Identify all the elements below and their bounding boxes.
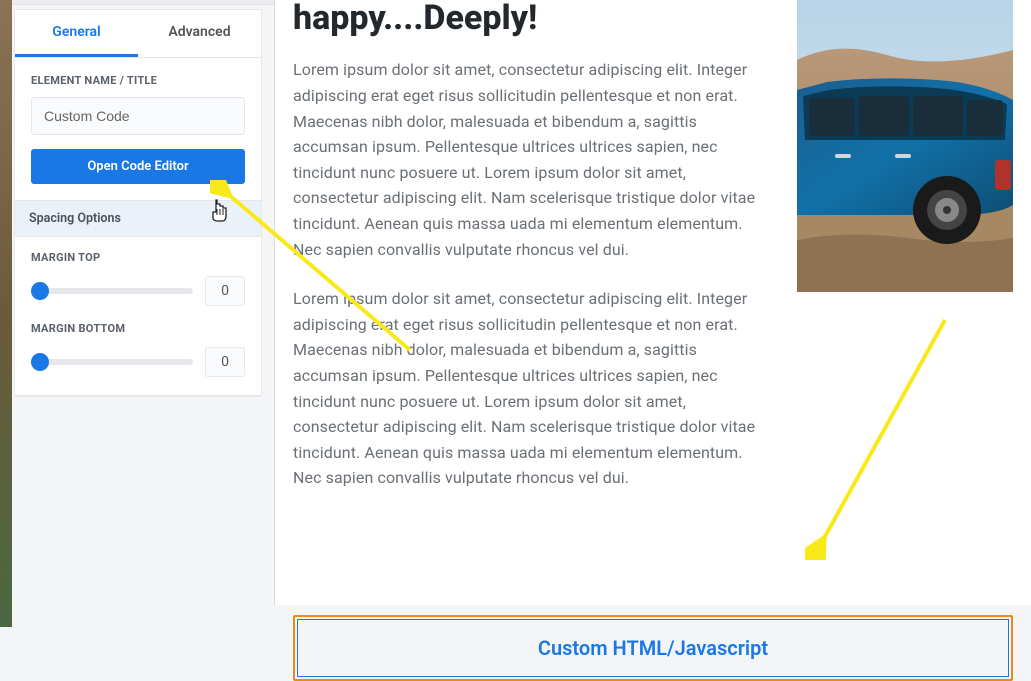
sidebar-panel: General Advanced ELEMENT NAME / TITLE Op… [14,9,262,397]
custom-code-block[interactable]: Custom HTML/Javascript [293,615,1013,681]
custom-code-label: Custom HTML/Javascript [538,636,768,660]
canvas: happy....Deeply! Lorem ipsum dolor sit a… [274,0,1031,605]
margin-top-slider[interactable] [31,288,193,294]
hero-text: happy....Deeply! Lorem ipsum dolor sit a… [293,0,773,515]
custom-code-inner: Custom HTML/Javascript [297,619,1009,677]
margin-top-thumb[interactable] [31,282,49,300]
margin-top-label: MARGIN TOP [31,251,245,264]
margin-bottom-value[interactable]: 0 [205,347,245,377]
spacing-options-header[interactable]: Spacing Options [15,200,261,237]
margin-bottom-thumb[interactable] [31,353,49,371]
hero-row: happy....Deeply! Lorem ipsum dolor sit a… [293,0,1013,515]
sidebar-tabs: General Advanced [15,10,261,58]
hero-image [797,0,1013,292]
margin-top-row: 0 [31,276,245,306]
tab-advanced[interactable]: Advanced [138,10,261,57]
page-content: happy....Deeply! Lorem ipsum dolor sit a… [275,0,1031,515]
margin-bottom-row: 0 [31,347,245,377]
open-code-editor-button[interactable]: Open Code Editor [31,149,245,184]
spacing-options-body: MARGIN TOP 0 MARGIN BOTTOM 0 [15,237,261,396]
paragraph-2: Lorem ipsum dolor sit amet, consectetur … [293,286,773,491]
element-name-label: ELEMENT NAME / TITLE [31,74,245,87]
body-edge-strip [0,0,12,627]
tab-general[interactable]: General [15,10,138,57]
paragraph-1: Lorem ipsum dolor sit amet, consectetur … [293,57,773,262]
element-name-section: ELEMENT NAME / TITLE [15,58,261,145]
element-name-input[interactable] [31,97,245,135]
margin-top-value[interactable]: 0 [205,276,245,306]
car-image-icon [797,0,1013,292]
page-title: happy....Deeply! [293,0,773,37]
margin-bottom-label: MARGIN BOTTOM [31,322,245,335]
margin-bottom-slider[interactable] [31,359,193,365]
